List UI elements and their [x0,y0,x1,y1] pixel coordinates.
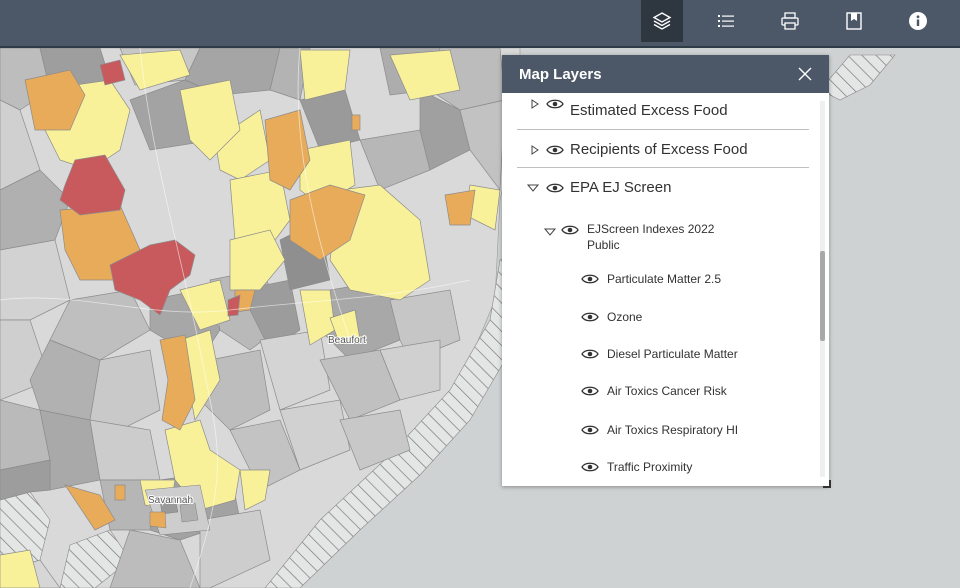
layer-label: Air Toxics Cancer Risk [607,384,727,398]
divider [517,167,809,168]
eye-icon[interactable] [581,273,599,285]
panel-title: Map Layers [519,66,602,83]
eye-icon[interactable] [546,182,564,194]
scrollbar-thumb[interactable] [820,251,825,341]
eye-icon[interactable] [561,224,579,236]
layer-label: Traffic Proximity [607,460,693,474]
panel-header: Map Layers [502,55,829,93]
caret-right-icon[interactable] [528,143,542,157]
eye-icon[interactable] [581,424,599,436]
layer-label: Air Toxics Respiratory HI [607,423,739,437]
layer-label: Estimated Excess Food [570,102,728,119]
print-button[interactable] [769,0,811,42]
layer-item-particulate-matter-25[interactable]: Particulate Matter 2.5 [581,272,721,286]
layer-label: Ozone [607,310,643,324]
layer-label: Diesel Particulate Matter [607,347,738,361]
city-label-savannah: Savannah [148,495,193,506]
layer-list: Estimated Excess Food Recipients of Exce… [502,93,829,486]
bookmarks-button[interactable] [833,0,875,42]
layer-item-traffic-proximity[interactable]: Traffic Proximity [581,460,692,474]
info-icon [909,12,927,30]
map-layers-panel: Map Layers Estimated Excess Food Recipie… [502,55,831,488]
eye-icon[interactable] [581,385,599,397]
caret-down-icon[interactable] [526,181,540,195]
legend-button[interactable] [705,0,747,42]
close-icon[interactable] [797,66,813,82]
layer-item-epa-ej-screen[interactable]: EPA EJ Screen [526,179,671,196]
resize-handle[interactable] [823,480,831,488]
layer-item-estimated-excess-food[interactable] [528,97,564,111]
city-label-beaufort: Beaufort [328,335,366,346]
eye-icon[interactable] [546,144,564,156]
layer-item-air-toxics-cancer-risk[interactable]: Air Toxics Cancer Risk [581,384,727,398]
layer-item-air-toxics-respiratory-hi[interactable]: Air Toxics Respiratory HI [581,423,738,437]
layer-label-line2: Public [587,238,620,252]
bookmark-icon [846,12,862,30]
divider [517,129,809,130]
layer-label: EPA EJ Screen [570,179,672,196]
layer-label: EJScreen Indexes 2022 Public [587,221,714,253]
about-button[interactable] [897,0,939,42]
eye-icon[interactable] [581,311,599,323]
layer-item-ejscreen-indexes-2022-public[interactable]: EJScreen Indexes 2022 Public [543,221,714,253]
scrollbar[interactable] [820,101,825,477]
layer-label: Particulate Matter 2.5 [607,272,722,286]
top-toolbar [0,0,960,48]
eye-icon[interactable] [581,348,599,360]
printer-icon [781,12,799,30]
layers-icon [652,12,672,30]
eye-icon[interactable] [581,461,599,473]
layer-label-line1: EJScreen Indexes 2022 [587,222,715,236]
layer-item-diesel-particulate-matter[interactable]: Diesel Particulate Matter [581,347,738,361]
caret-right-icon[interactable] [528,97,542,111]
eye-icon[interactable] [546,98,564,110]
caret-down-icon[interactable] [543,225,557,239]
layer-item-recipients-of-excess-food[interactable]: Recipients of Excess Food [528,141,748,158]
layer-item-ozone[interactable]: Ozone [581,310,642,324]
layer-label: Recipients of Excess Food [570,141,748,158]
layers-button[interactable] [641,0,683,42]
list-icon [718,15,734,27]
